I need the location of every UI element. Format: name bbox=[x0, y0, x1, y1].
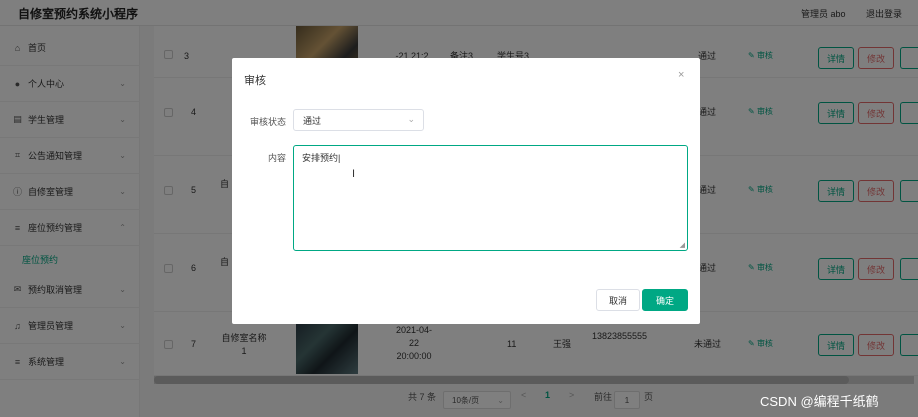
cancel-button[interactable]: 取消 bbox=[596, 289, 640, 311]
text-cursor-icon: I bbox=[352, 168, 356, 180]
dialog-title: 审核 bbox=[244, 75, 266, 87]
resize-handle-icon[interactable]: ◢ bbox=[680, 241, 685, 249]
content-text: 安排预约| bbox=[302, 153, 341, 163]
close-icon[interactable]: × bbox=[678, 69, 684, 81]
audit-dialog: 审核 × 审核状态 通过 ⌄ 内容 安排预约| ◢ I 取消 确定 bbox=[232, 58, 700, 324]
status-label: 审核状态 bbox=[249, 117, 286, 127]
content-textarea[interactable]: 安排预约| ◢ bbox=[293, 145, 688, 251]
confirm-button[interactable]: 确定 bbox=[642, 289, 688, 311]
audit-status-value: 通过 bbox=[303, 115, 322, 126]
audit-status-select[interactable]: 通过 ⌄ bbox=[293, 109, 424, 131]
watermark: CSDN @编程千纸鹤 bbox=[760, 394, 879, 409]
content-label: 内容 bbox=[267, 153, 286, 163]
chevron-down-icon: ⌄ bbox=[407, 114, 415, 124]
